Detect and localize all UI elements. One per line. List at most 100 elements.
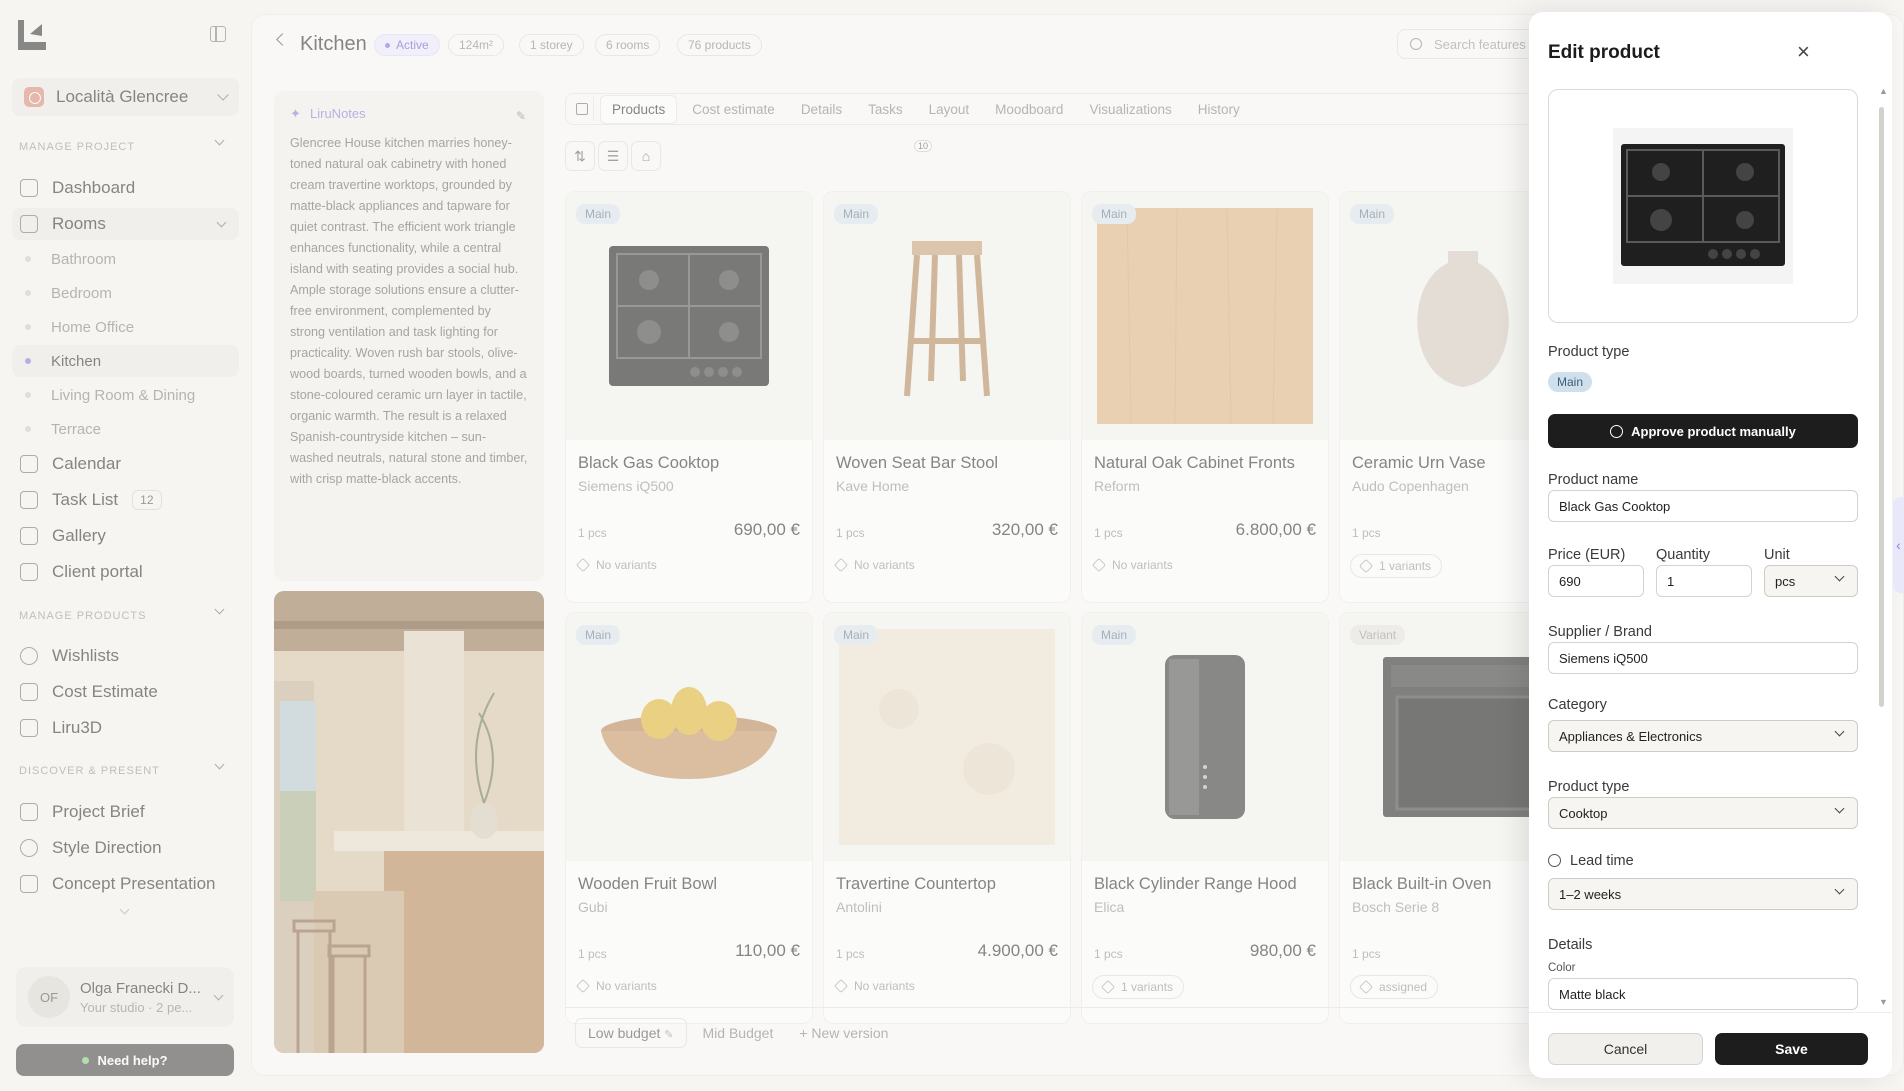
product-variants: No variants xyxy=(578,979,657,993)
product-name-field[interactable]: Black Gas Cooktop xyxy=(1548,490,1858,522)
version-mid-budget[interactable]: Mid Budget xyxy=(703,1025,774,1041)
room-kitchen[interactable]: Kitchen xyxy=(12,345,239,377)
version-low-budget[interactable]: Low budget ✎ xyxy=(575,1017,687,1048)
product-image[interactable] xyxy=(824,192,1070,440)
lead-time-select[interactable]: 1–2 weeks xyxy=(1548,878,1858,910)
pencil-icon[interactable]: ✎ xyxy=(664,1029,673,1041)
tab-visualizations[interactable]: Visualizations xyxy=(1078,96,1182,123)
product-card[interactable]: Main Natural Oak Cabinet Fronts Reform 1 pc… xyxy=(1081,191,1329,603)
product-image[interactable] xyxy=(1082,613,1328,861)
nav-style-direction[interactable]: Style Direction xyxy=(12,832,239,864)
product-image[interactable] xyxy=(566,192,812,440)
nav-task-list[interactable]: Task List 12 xyxy=(12,484,239,516)
product-card[interactable]: Main Travertine Countertop Antolini 1 pcs 4.… xyxy=(823,612,1071,1024)
product-card[interactable]: Main Wooden Fruit Bowl Gubi 1 pcs 110,00 € No… xyxy=(565,612,813,1024)
product-variants[interactable]: assigned xyxy=(1350,975,1439,999)
product-image[interactable] xyxy=(566,613,812,861)
product-name: Black Gas Cooktop xyxy=(578,454,720,472)
nav-label: Project Brief xyxy=(52,802,145,821)
tab-products[interactable]: Products xyxy=(600,94,678,124)
section-manage-products[interactable]: MANAGE PRODUCTS xyxy=(19,604,229,622)
nav-label: Client portal xyxy=(52,562,143,581)
category-select[interactable]: Appliances & Electronics xyxy=(1548,720,1858,752)
tab-moodboard[interactable]: Moodboard xyxy=(984,96,1074,123)
nav-wishlists[interactable]: Wishlists xyxy=(12,640,239,672)
product-variants: No variants xyxy=(578,558,657,572)
panel-scrollbar[interactable] xyxy=(1879,107,1884,707)
product-card[interactable]: Main Black Gas Cooktop Siemens iQ500 1 pcs 6… xyxy=(565,191,813,603)
room-living-dining[interactable]: Living Room & Dining xyxy=(12,379,239,411)
product-card[interactable]: Main Black Cylinder Range Hood Elica 1 pcs 9… xyxy=(1081,612,1329,1024)
tab-layout[interactable]: Layout xyxy=(918,96,981,123)
search-input[interactable]: Search features xyxy=(1397,29,1537,59)
app-logo[interactable] xyxy=(16,18,50,52)
sidebar-collapse-icon[interactable] xyxy=(210,26,226,42)
nav-concept-presentation[interactable]: Concept Presentation xyxy=(12,868,239,900)
product-brand: Bosch Serie 8 xyxy=(1352,899,1440,915)
close-icon[interactable]: × xyxy=(1797,41,1810,63)
pencil-icon[interactable]: ✎ xyxy=(516,109,526,123)
side-drawer-handle-icon[interactable]: ‹ xyxy=(1893,497,1904,593)
product-tag: Main xyxy=(1092,204,1137,224)
filter-icon[interactable]: ☰ xyxy=(598,141,628,171)
nav-dashboard[interactable]: Dashboard xyxy=(12,172,239,204)
product-card[interactable]: Main Woven Seat Bar Stool Kave Home 1 pcs 32… xyxy=(823,191,1071,603)
unit-select[interactable]: pcs xyxy=(1764,565,1858,597)
chevron-down-icon xyxy=(1834,571,1845,582)
back-icon[interactable] xyxy=(276,33,289,46)
scroll-up-icon[interactable]: ▲ xyxy=(1879,86,1888,96)
field-value: pcs xyxy=(1775,573,1796,589)
nav-calendar[interactable]: Calendar xyxy=(12,448,239,480)
chevron-down-icon xyxy=(1834,726,1845,737)
approve-product-button[interactable]: Approve product manually xyxy=(1548,414,1858,448)
product-tag: Main xyxy=(834,625,879,645)
tab-cost-estimate[interactable]: Cost estimate xyxy=(681,96,786,123)
room-bathroom[interactable]: Bathroom xyxy=(12,243,239,275)
tab-history[interactable]: History xyxy=(1187,96,1251,123)
need-help-button[interactable]: Need help? xyxy=(16,1044,234,1076)
product-quantity: 1 pcs xyxy=(1094,526,1123,540)
new-version-button[interactable]: + New version xyxy=(799,1025,888,1041)
nav-client-portal[interactable]: Client portal xyxy=(12,556,239,588)
task-count-badge: 12 xyxy=(132,490,162,510)
product-subtype-select[interactable]: Cooktop xyxy=(1548,797,1858,829)
room-bedroom[interactable]: Bedroom xyxy=(12,277,239,309)
product-type-badge[interactable]: Main xyxy=(1548,372,1593,392)
color-field[interactable]: Matte black xyxy=(1548,978,1858,1010)
product-price: 4.900,00 € xyxy=(977,941,1058,960)
nav-liru3d[interactable]: Liru3D xyxy=(12,712,239,744)
room-photo[interactable] xyxy=(274,591,544,1053)
save-button[interactable]: Save xyxy=(1715,1033,1868,1065)
chevron-down-icon xyxy=(214,604,225,615)
nav-gallery[interactable]: Gallery xyxy=(12,520,239,552)
section-discover[interactable]: DISCOVER & PRESENT xyxy=(19,759,229,777)
product-image[interactable] xyxy=(1548,89,1858,323)
product-variants[interactable]: 1 variants xyxy=(1092,975,1185,999)
product-image[interactable] xyxy=(1082,192,1328,440)
tab-details[interactable]: Details xyxy=(790,96,853,123)
product-price: 6.800,00 € xyxy=(1235,520,1316,539)
panel-toggle-icon[interactable] xyxy=(570,97,594,121)
nav-label: Style Direction xyxy=(52,838,162,857)
room-home-office[interactable]: Home Office xyxy=(12,311,239,343)
supplier-field[interactable]: Siemens iQ500 xyxy=(1548,642,1858,674)
nav-cost-estimate[interactable]: Cost Estimate xyxy=(12,676,239,708)
product-variants[interactable]: 1 variants xyxy=(1350,554,1443,578)
sort-icon[interactable]: ⇅ xyxy=(565,141,595,171)
calendar-icon xyxy=(20,455,38,473)
project-selector[interactable]: Località Glencree xyxy=(12,78,239,116)
nav-label: Task List xyxy=(52,490,119,509)
room-terrace[interactable]: Terrace xyxy=(12,413,239,445)
cancel-button[interactable]: Cancel xyxy=(1548,1033,1703,1065)
section-manage-project[interactable]: MANAGE PROJECT xyxy=(19,135,229,153)
tag-icon[interactable]: ⌂ xyxy=(631,141,661,171)
quantity-field[interactable]: 1 xyxy=(1656,565,1752,597)
price-field[interactable]: 690 xyxy=(1548,565,1644,597)
user-card[interactable]: OF Olga Franecki D... Your studio · 2 pe… xyxy=(16,967,234,1027)
scroll-more-chevron-icon[interactable] xyxy=(119,904,130,915)
tab-tasks[interactable]: Tasks xyxy=(857,96,914,123)
product-image[interactable] xyxy=(824,613,1070,861)
scroll-down-icon[interactable]: ▼ xyxy=(1879,997,1888,1007)
nav-rooms[interactable]: Rooms xyxy=(12,208,239,240)
nav-project-brief[interactable]: Project Brief xyxy=(12,796,239,828)
